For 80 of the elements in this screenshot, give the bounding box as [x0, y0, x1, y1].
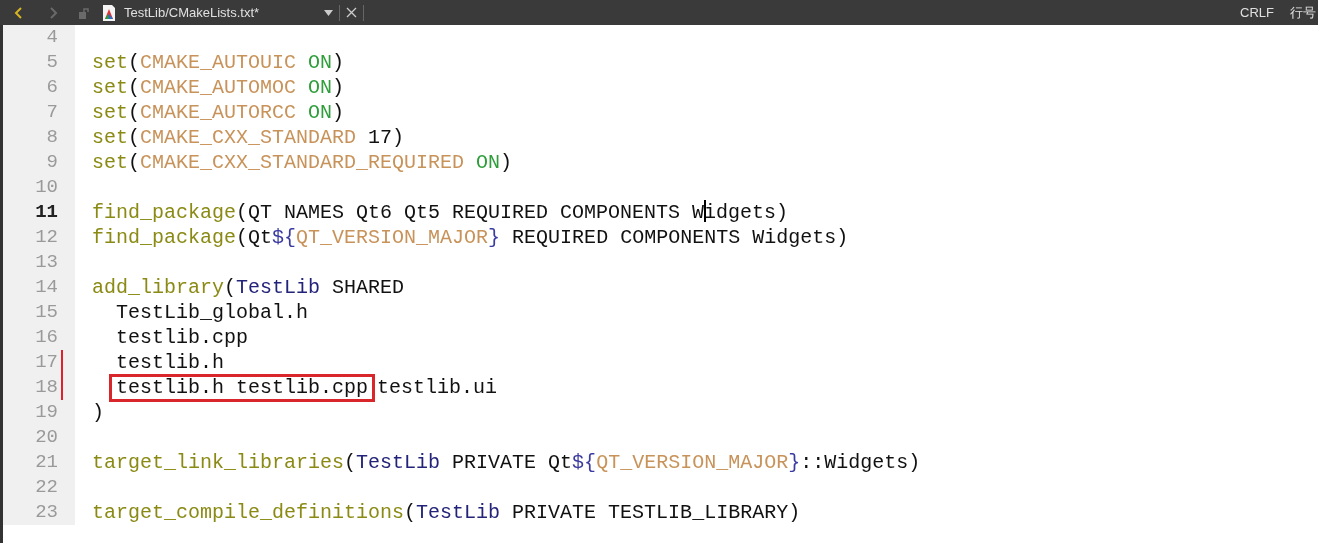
code-token: add_library	[92, 275, 225, 299]
code-token: REQUIRED COMPONENTS Widgets)	[511, 225, 849, 249]
line-number: 17	[35, 350, 58, 376]
line-number: 6	[46, 75, 58, 101]
code-token: (	[404, 500, 417, 524]
code-token: )	[332, 100, 345, 124]
code-token: target_link_libraries	[92, 450, 345, 474]
line-number: 12	[35, 225, 58, 251]
code-token: set	[92, 100, 128, 124]
code-token: ${	[272, 225, 297, 249]
code-token: target_compile_definitions	[92, 500, 405, 524]
status-item: 行号	[1290, 3, 1316, 22]
code-token: ON	[307, 100, 333, 124]
line-number: 14	[35, 275, 58, 301]
line-number: 21	[35, 450, 58, 476]
code-token: find_package	[92, 225, 237, 249]
code-token: TestLib_global.h	[116, 300, 309, 324]
tab-title[interactable]: TestLib/CMakeLists.txt*	[124, 2, 324, 23]
code-token: )	[92, 400, 104, 424]
line-number: 7	[46, 100, 58, 126]
code-token: testlib.h	[116, 350, 225, 374]
code-token: }	[788, 450, 801, 474]
code-token: (QT NAMES Qt6 Qt5 REQUIRED COMPONENTS W	[236, 200, 705, 224]
code-token: set	[92, 75, 128, 99]
close-icon[interactable]	[346, 7, 357, 18]
dropdown-caret-icon[interactable]	[324, 9, 333, 16]
status-item: CRLF	[1240, 3, 1274, 22]
line-number: 20	[35, 425, 58, 451]
code-token: testlib.cpp	[116, 325, 249, 349]
code-token: PRIVATE TESTLIB_LIBRARY)	[511, 500, 801, 524]
code-token: )	[332, 50, 345, 74]
code-token: (	[224, 275, 237, 299]
line-number: 4	[46, 25, 58, 51]
code-token: QT_VERSION_MAJOR	[596, 450, 789, 474]
code-token: testlib.h testlib.cpp	[116, 375, 369, 399]
code-token: (	[128, 100, 141, 124]
code-token: set	[92, 50, 128, 74]
code-token: CMAKE_CXX_STANDARD_REQUIRED	[140, 150, 465, 174]
code-token: ON	[307, 50, 333, 74]
code-token: TestLib	[356, 450, 441, 474]
line-number: 8	[46, 125, 58, 151]
line-number: 23	[35, 500, 58, 526]
code-token: set	[92, 125, 128, 149]
code-token: ::Widgets)	[800, 450, 921, 474]
file-icon	[102, 4, 116, 21]
line-number: 10	[35, 175, 58, 201]
code-token: )	[332, 75, 345, 99]
code-token: TestLib	[416, 500, 501, 524]
line-number: 19	[35, 400, 58, 426]
line-number: 15	[35, 300, 58, 326]
line-number: 9	[46, 150, 58, 176]
code-token: CMAKE_AUTOUIC	[140, 50, 297, 74]
code-token: QT_VERSION_MAJOR	[296, 225, 489, 249]
code-token: (Qt	[236, 225, 273, 249]
code-token: (	[128, 75, 141, 99]
code-token: SHARED	[331, 275, 405, 299]
code-token: ON	[475, 150, 501, 174]
code-token: PRIVATE Qt	[451, 450, 573, 474]
code-token: ${	[572, 450, 597, 474]
code-token: set	[92, 150, 128, 174]
code-token: 17)	[367, 125, 405, 149]
line-number: 22	[35, 475, 58, 501]
code-token: find_package	[92, 200, 237, 224]
code-token: (	[128, 50, 141, 74]
line-number: 18	[35, 375, 58, 401]
code-token: (	[344, 450, 357, 474]
code-token: CMAKE_AUTOMOC	[140, 75, 297, 99]
code-token: CMAKE_AUTORCC	[140, 100, 297, 124]
code-token: (	[128, 125, 141, 149]
line-number: 11	[35, 200, 58, 226]
code-token: testlib.ui	[377, 375, 498, 399]
code-token: )	[500, 150, 513, 174]
code-token: ON	[307, 75, 333, 99]
code-token: (	[128, 150, 141, 174]
line-number: 13	[35, 250, 58, 276]
code-token: }	[488, 225, 501, 249]
code-token: TestLib	[236, 275, 321, 299]
code-token: CMAKE_CXX_STANDARD	[140, 125, 357, 149]
line-number: 16	[35, 325, 58, 351]
line-number: 5	[46, 50, 58, 76]
